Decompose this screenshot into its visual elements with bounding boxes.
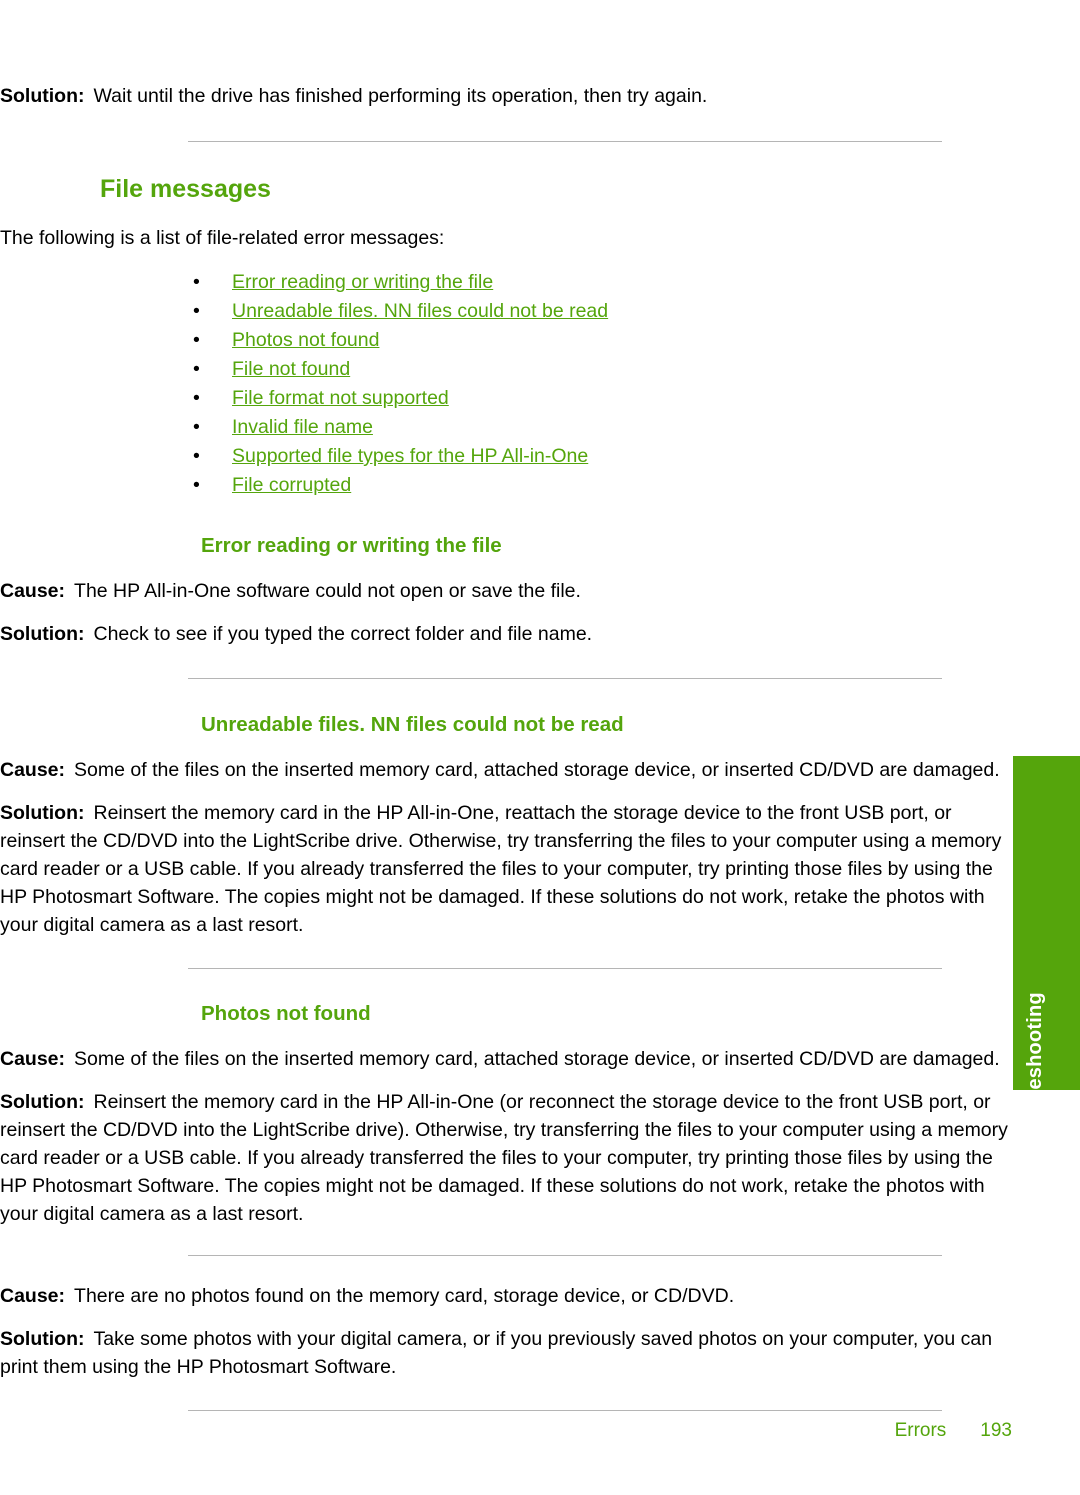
list-item: • File format not supported bbox=[193, 384, 1012, 413]
top-solution-paragraph: Solution: Wait until the drive has finish… bbox=[0, 82, 1012, 110]
solution-label: Solution: bbox=[0, 802, 85, 824]
solution-text: Reinsert the memory card in the HP All-i… bbox=[0, 1091, 1008, 1225]
link-unreadable-files[interactable]: Unreadable files. NN files could not be … bbox=[232, 300, 608, 322]
footer-chapter: Errors bbox=[894, 1420, 947, 1441]
subsection-title-unreadable-files: Unreadable files. NN files could not be … bbox=[201, 713, 624, 736]
subsection-title-photos-not-found: Photos not found bbox=[201, 1002, 371, 1025]
top-solution-label: Solution: bbox=[0, 85, 85, 107]
link-file-corrupted[interactable]: File corrupted bbox=[232, 474, 351, 496]
solution-label: Solution: bbox=[0, 1091, 85, 1113]
file-messages-link-list: • Error reading or writing the file • Un… bbox=[193, 268, 1012, 500]
page-title: File messages bbox=[100, 175, 271, 203]
cause-label: Cause: bbox=[0, 580, 66, 602]
bullet-icon: • bbox=[193, 271, 200, 293]
solution-text: Reinsert the memory card in the HP All-i… bbox=[0, 802, 1002, 936]
link-invalid-file-name[interactable]: Invalid file name bbox=[232, 416, 373, 438]
list-item: • Unreadable files. NN files could not b… bbox=[193, 297, 1012, 326]
solution-paragraph: Solution: Check to see if you typed the c… bbox=[0, 620, 1012, 648]
section-divider bbox=[188, 141, 942, 142]
link-file-not-found[interactable]: File not found bbox=[232, 358, 350, 380]
section-divider bbox=[188, 1410, 942, 1411]
solution-paragraph: Solution: Reinsert the memory card in the… bbox=[0, 1088, 1012, 1228]
cause-paragraph: Cause: Some of the files on the inserted … bbox=[0, 1045, 1012, 1073]
list-item: • File not found bbox=[193, 355, 1012, 384]
cause-paragraph: Cause: Some of the files on the inserted … bbox=[0, 756, 1012, 784]
list-item: • Invalid file name bbox=[193, 413, 1012, 442]
section-divider bbox=[188, 1255, 942, 1256]
list-item: • Photos not found bbox=[193, 326, 1012, 355]
list-item: • File corrupted bbox=[193, 471, 1012, 500]
cause-text: There are no photos found on the memory … bbox=[74, 1285, 735, 1307]
solution-paragraph: Solution: Reinsert the memory card in the… bbox=[0, 799, 1012, 939]
document-page: Solution: Wait until the drive has finish… bbox=[0, 0, 1080, 1495]
page-content: Solution: Wait until the drive has finish… bbox=[0, 0, 1012, 1419]
cause-text: Some of the files on the inserted memory… bbox=[74, 759, 1000, 781]
cause-text: The HP All-in-One software could not ope… bbox=[74, 580, 581, 602]
list-item: • Supported file types for the HP All-in… bbox=[193, 442, 1012, 471]
thumb-tab-label: Troubleshooting bbox=[1023, 992, 1046, 1152]
link-error-reading-or-writing-the-file[interactable]: Error reading or writing the file bbox=[232, 271, 493, 293]
solution-paragraph: Solution: Take some photos with your digi… bbox=[0, 1325, 1012, 1381]
solution-text: Take some photos with your digital camer… bbox=[0, 1328, 993, 1378]
bullet-icon: • bbox=[193, 358, 200, 380]
page-footer: Errors 193 bbox=[0, 1420, 1012, 1442]
cause-label: Cause: bbox=[0, 1285, 66, 1307]
list-item: • Error reading or writing the file bbox=[193, 268, 1012, 297]
cause-text: Some of the files on the inserted memory… bbox=[74, 1048, 1000, 1070]
bullet-icon: • bbox=[193, 474, 200, 496]
bullet-icon: • bbox=[193, 329, 200, 351]
top-solution-text: Wait until the drive has finished perfor… bbox=[93, 85, 708, 107]
section-divider bbox=[188, 678, 942, 679]
section-intro: The following is a list of file-related … bbox=[0, 227, 445, 249]
link-file-format-not-supported[interactable]: File format not supported bbox=[232, 387, 449, 409]
cause-paragraph: Cause: The HP All-in-One software could n… bbox=[0, 577, 1012, 605]
thumb-tab-troubleshooting: Troubleshooting bbox=[1013, 756, 1080, 1152]
cause-label: Cause: bbox=[0, 1048, 66, 1070]
section-divider bbox=[188, 968, 942, 969]
solution-label: Solution: bbox=[0, 1328, 85, 1350]
bullet-icon: • bbox=[193, 445, 200, 467]
link-photos-not-found[interactable]: Photos not found bbox=[232, 329, 379, 351]
bullet-icon: • bbox=[193, 300, 200, 322]
cause-paragraph: Cause: There are no photos found on the m… bbox=[0, 1282, 1012, 1310]
solution-label: Solution: bbox=[0, 623, 85, 645]
footer-page-number: 193 bbox=[980, 1420, 1012, 1441]
subsection-title-error-reading: Error reading or writing the file bbox=[201, 534, 502, 557]
solution-text: Check to see if you typed the correct fo… bbox=[93, 623, 593, 645]
link-supported-file-types[interactable]: Supported file types for the HP All-in-O… bbox=[232, 445, 588, 467]
bullet-icon: • bbox=[193, 387, 200, 409]
cause-label: Cause: bbox=[0, 759, 66, 781]
bullet-icon: • bbox=[193, 416, 200, 438]
